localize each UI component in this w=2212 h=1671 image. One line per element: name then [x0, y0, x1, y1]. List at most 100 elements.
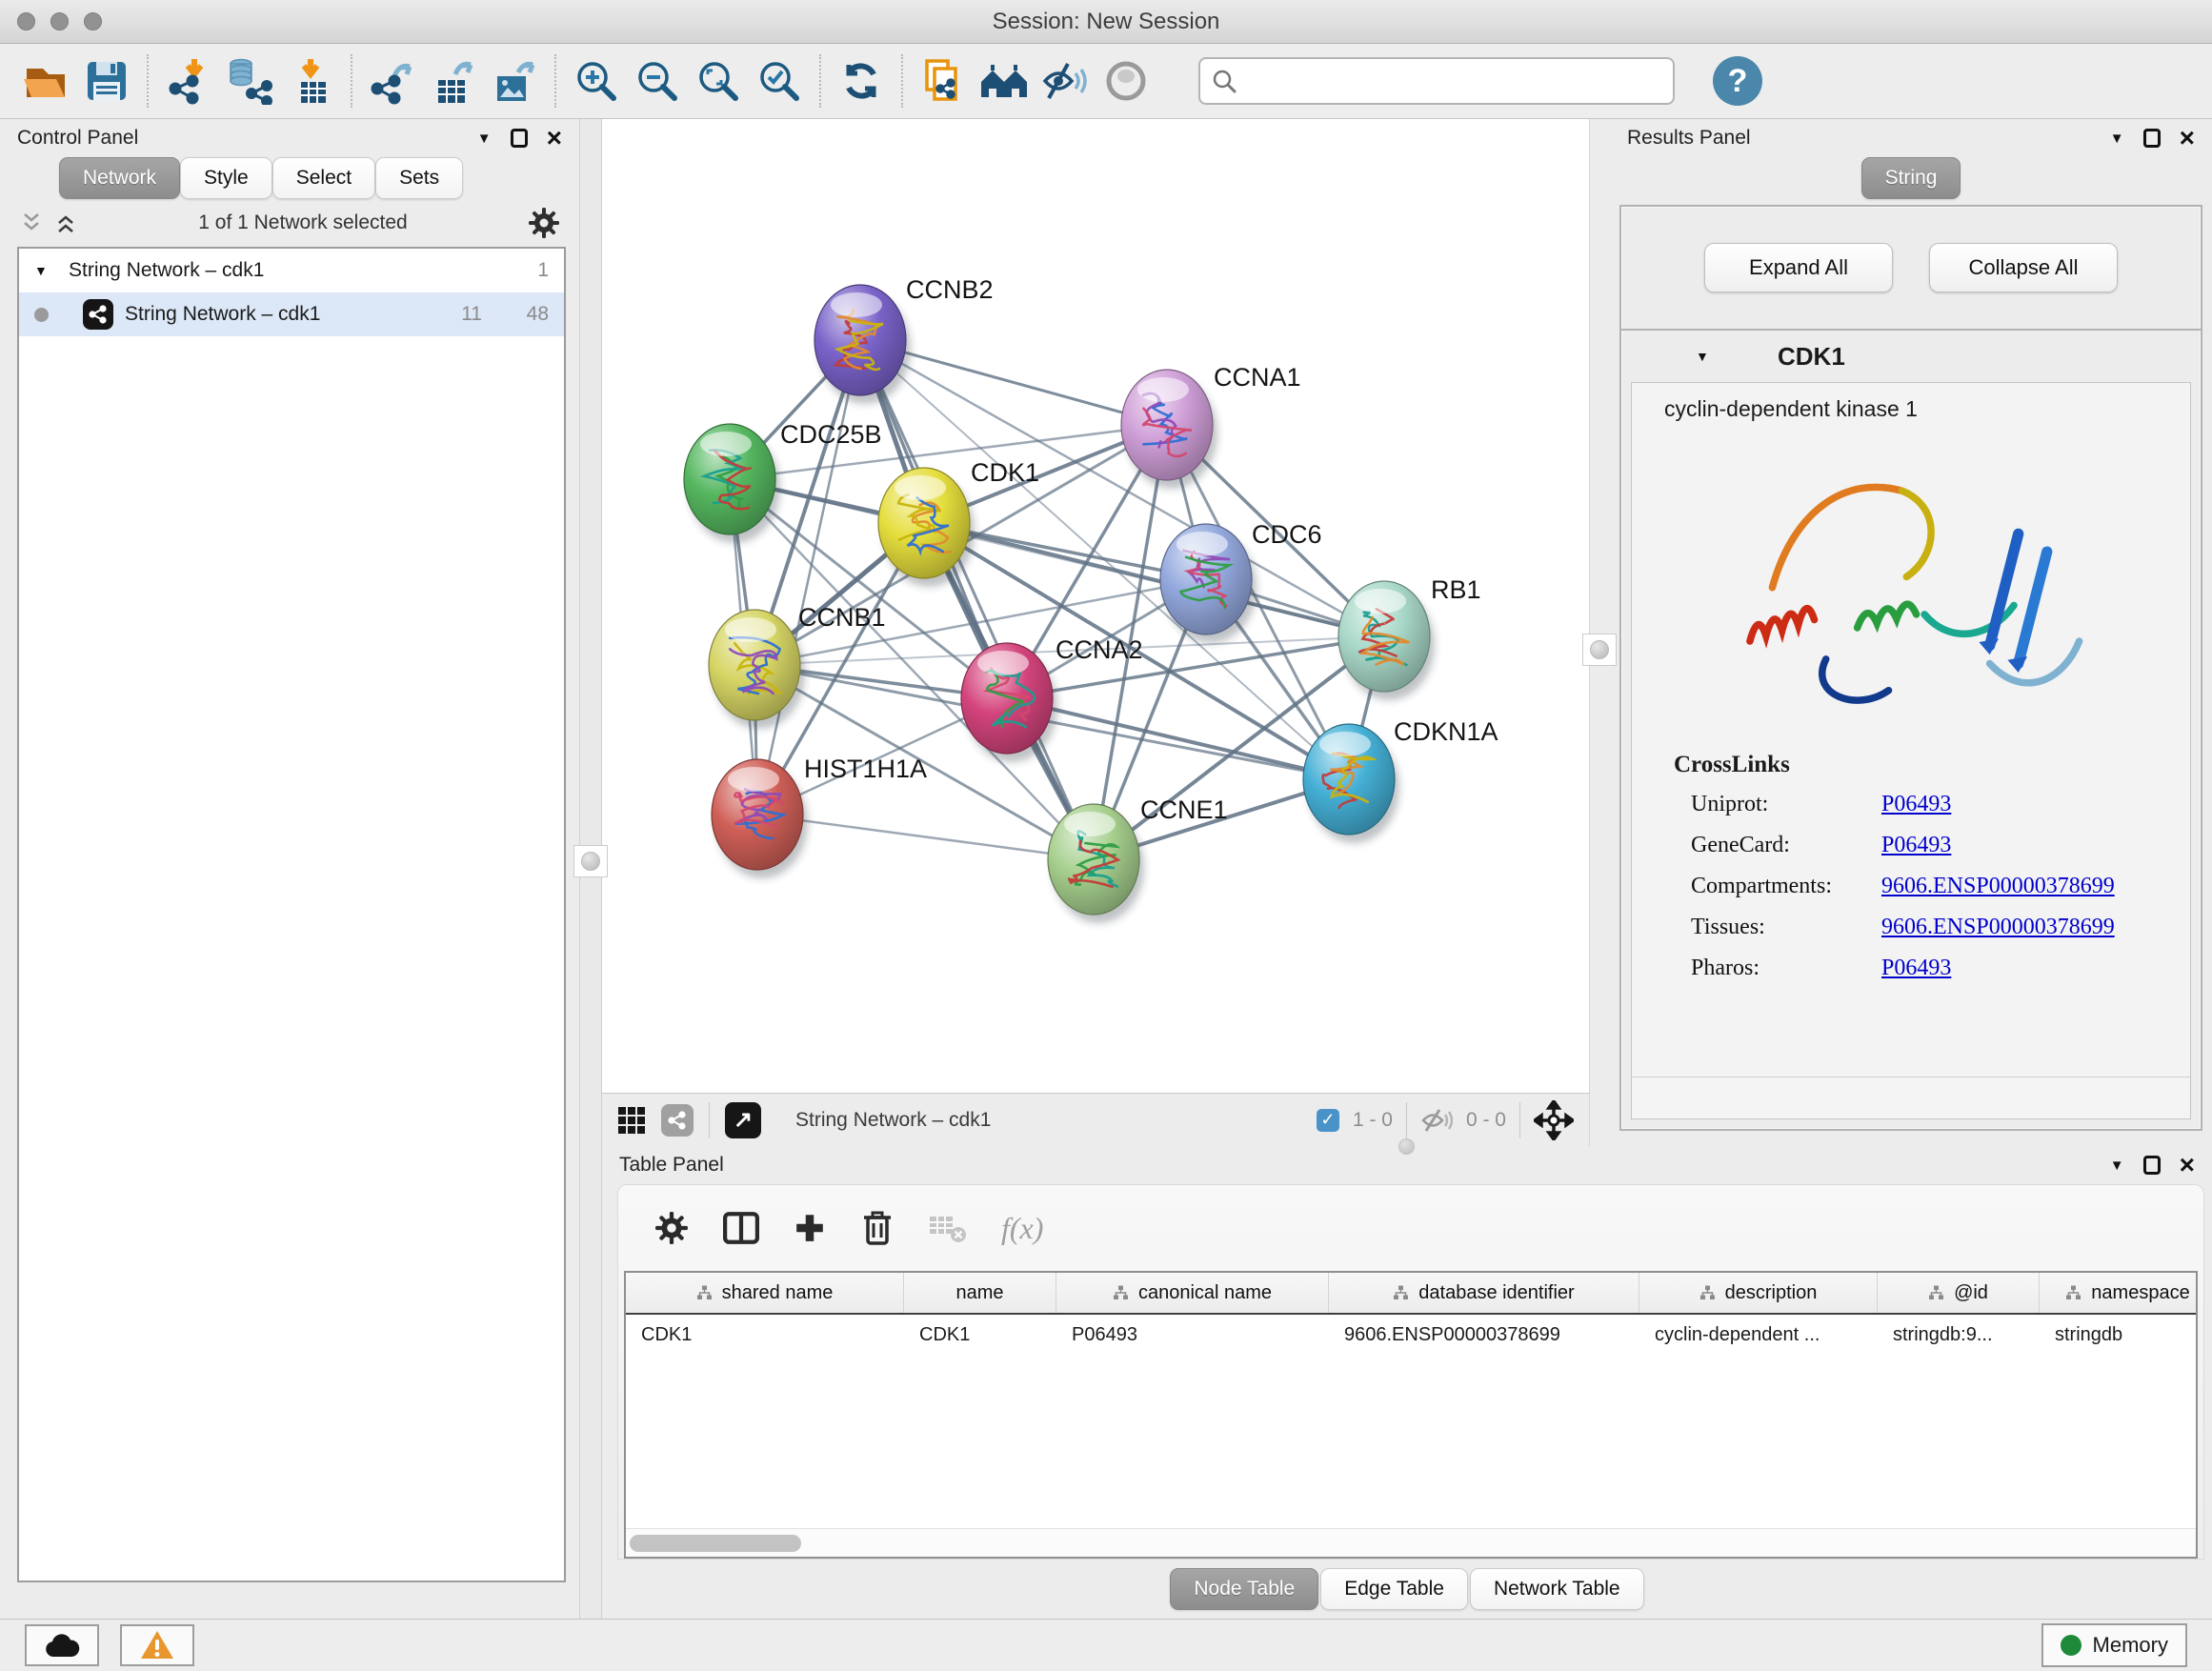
crosslink-value-link[interactable]: P06493: [1881, 956, 1951, 981]
hide-selected-button[interactable]: [1035, 50, 1096, 111]
panel-float-icon[interactable]: [2143, 1156, 2161, 1175]
cloud-status-button[interactable]: [25, 1624, 99, 1666]
crosslink-value-link[interactable]: 9606.ENSP00000378699: [1881, 874, 2115, 899]
table-toolbar: f(x): [618, 1185, 2203, 1271]
help-button[interactable]: ?: [1713, 56, 1762, 106]
maximize-window-button[interactable]: [84, 12, 102, 30]
panel-close-icon[interactable]: ×: [2180, 125, 2195, 151]
column-header-database-identifier[interactable]: database identifier: [1329, 1273, 1639, 1313]
column-header-name[interactable]: name: [904, 1273, 1056, 1313]
duplicate-network-button[interactable]: [913, 50, 974, 111]
node-CCNA2[interactable]: [961, 643, 1057, 762]
network-share-view-icon[interactable]: [661, 1104, 694, 1137]
expand-all-button[interactable]: Expand All: [1704, 243, 1893, 292]
collapse-all-icon[interactable]: [19, 211, 44, 235]
minimize-window-button[interactable]: [50, 12, 69, 30]
expand-all-icon[interactable]: [53, 211, 78, 235]
table-row[interactable]: CDK1CDK1P064939606.ENSP00000378699cyclin…: [626, 1315, 2196, 1355]
close-window-button[interactable]: [17, 12, 35, 30]
open-session-button[interactable]: [15, 50, 76, 111]
pan-crosshair-icon[interactable]: [1534, 1100, 1574, 1140]
node-CCNB1[interactable]: [709, 610, 805, 729]
scrollbar-handle[interactable]: [630, 1535, 801, 1552]
zoom-selected-button[interactable]: [749, 50, 810, 111]
network-canvas[interactable]: CCNB2CCNA1CDC25BCDK1CDC6RB1CCNB1CCNA2CDK…: [602, 119, 1589, 1093]
tab-string[interactable]: String: [1861, 157, 1961, 199]
node-CDK1[interactable]: [878, 468, 975, 587]
warning-status-button[interactable]: [120, 1624, 194, 1666]
export-image-button[interactable]: [484, 50, 545, 111]
edge[interactable]: [1007, 698, 1349, 779]
tab-network[interactable]: Network: [59, 157, 180, 199]
tab-sets[interactable]: Sets: [375, 157, 463, 199]
panel-close-icon[interactable]: ×: [547, 125, 562, 151]
home-button[interactable]: [974, 50, 1035, 111]
gear-icon[interactable]: [528, 207, 560, 239]
zoom-fit-button[interactable]: [688, 50, 749, 111]
tab-select[interactable]: Select: [272, 157, 375, 199]
tab-style[interactable]: Style: [180, 157, 272, 199]
column-header-namespace[interactable]: namespace: [2040, 1273, 2196, 1313]
table-horizontal-scrollbar[interactable]: [626, 1528, 2196, 1557]
tree-expand-icon[interactable]: ▼: [34, 263, 57, 278]
horizontal-splitter-handle[interactable]: [1398, 1138, 1415, 1155]
table-rows: CDK1CDK1P064939606.ENSP00000378699cyclin…: [626, 1315, 2196, 1355]
panel-close-icon[interactable]: ×: [2180, 1152, 2195, 1178]
network-row[interactable]: String Network – cdk1 11 48: [19, 292, 564, 336]
crosslink-value-link[interactable]: P06493: [1881, 833, 1951, 858]
grid-view-icon[interactable]: [617, 1106, 646, 1135]
export-network-button[interactable]: [362, 50, 423, 111]
show-columns-icon[interactable]: [723, 1211, 759, 1245]
panel-menu-icon[interactable]: ▼: [2110, 131, 2124, 147]
column-header--id[interactable]: @id: [1878, 1273, 2040, 1313]
zoom-out-button[interactable]: [627, 50, 688, 111]
import-network-file-button[interactable]: [158, 50, 219, 111]
edge[interactable]: [757, 340, 860, 815]
add-column-icon[interactable]: [794, 1212, 826, 1244]
crosslink-value-link[interactable]: P06493: [1881, 792, 1951, 817]
tab-node-table[interactable]: Node Table: [1170, 1568, 1318, 1610]
node-HIST1H1A[interactable]: [712, 759, 808, 878]
column-header-label: description: [1725, 1282, 1818, 1304]
selected-checkbox-icon[interactable]: ✓: [1317, 1109, 1339, 1132]
panel-float-icon[interactable]: [511, 129, 528, 148]
save-session-button[interactable]: [76, 50, 137, 111]
search-input[interactable]: [1246, 69, 1661, 93]
import-table-button[interactable]: [280, 50, 341, 111]
gene-details: cyclin-dependent kinase 1: [1631, 382, 2191, 1119]
refresh-button[interactable]: [831, 50, 892, 111]
column-header-shared-name[interactable]: shared name: [626, 1273, 904, 1313]
node-label: CDC25B: [780, 420, 882, 449]
node-CDC6[interactable]: [1160, 524, 1257, 643]
tab-network-table[interactable]: Network Table: [1470, 1568, 1644, 1610]
node-CDKN1A[interactable]: [1303, 724, 1399, 843]
gene-section-header[interactable]: ▼ CDK1: [1621, 331, 2201, 382]
network-collection-row[interactable]: ▼ String Network – cdk1 1: [19, 249, 564, 292]
export-table-button[interactable]: [423, 50, 484, 111]
right-splitter-handle[interactable]: [1582, 634, 1617, 666]
collapse-all-button[interactable]: Collapse All: [1929, 243, 2118, 292]
import-network-database-button[interactable]: [219, 50, 280, 111]
node-CCNE1[interactable]: [1048, 804, 1144, 923]
zoom-in-button[interactable]: [566, 50, 627, 111]
panel-menu-icon[interactable]: ▼: [477, 131, 492, 147]
tab-edge-table[interactable]: Edge Table: [1320, 1568, 1468, 1610]
detach-view-button[interactable]: ↗: [725, 1102, 761, 1138]
left-splitter[interactable]: [579, 119, 602, 1619]
column-header-canonical-name[interactable]: canonical name: [1056, 1273, 1329, 1313]
panel-float-icon[interactable]: [2143, 129, 2161, 148]
right-splitter[interactable]: [1589, 119, 1610, 1146]
memory-button[interactable]: Memory: [2041, 1623, 2187, 1667]
column-header-description[interactable]: description: [1639, 1273, 1878, 1313]
node-CCNA1[interactable]: [1121, 370, 1217, 489]
delete-column-icon[interactable]: [860, 1210, 895, 1246]
section-expand-icon[interactable]: ▼: [1696, 349, 1719, 364]
node-RB1[interactable]: [1338, 581, 1435, 700]
node-CCNB2[interactable]: [814, 285, 911, 404]
panel-menu-icon[interactable]: ▼: [2110, 1158, 2124, 1174]
crosslink-value-link[interactable]: 9606.ENSP00000378699: [1881, 915, 2115, 940]
show-details-button[interactable]: [1096, 50, 1156, 111]
gear-icon[interactable]: [654, 1211, 689, 1245]
crosslink-label: Uniprot:: [1674, 792, 1881, 817]
column-header-label: database identifier: [1418, 1282, 1574, 1304]
